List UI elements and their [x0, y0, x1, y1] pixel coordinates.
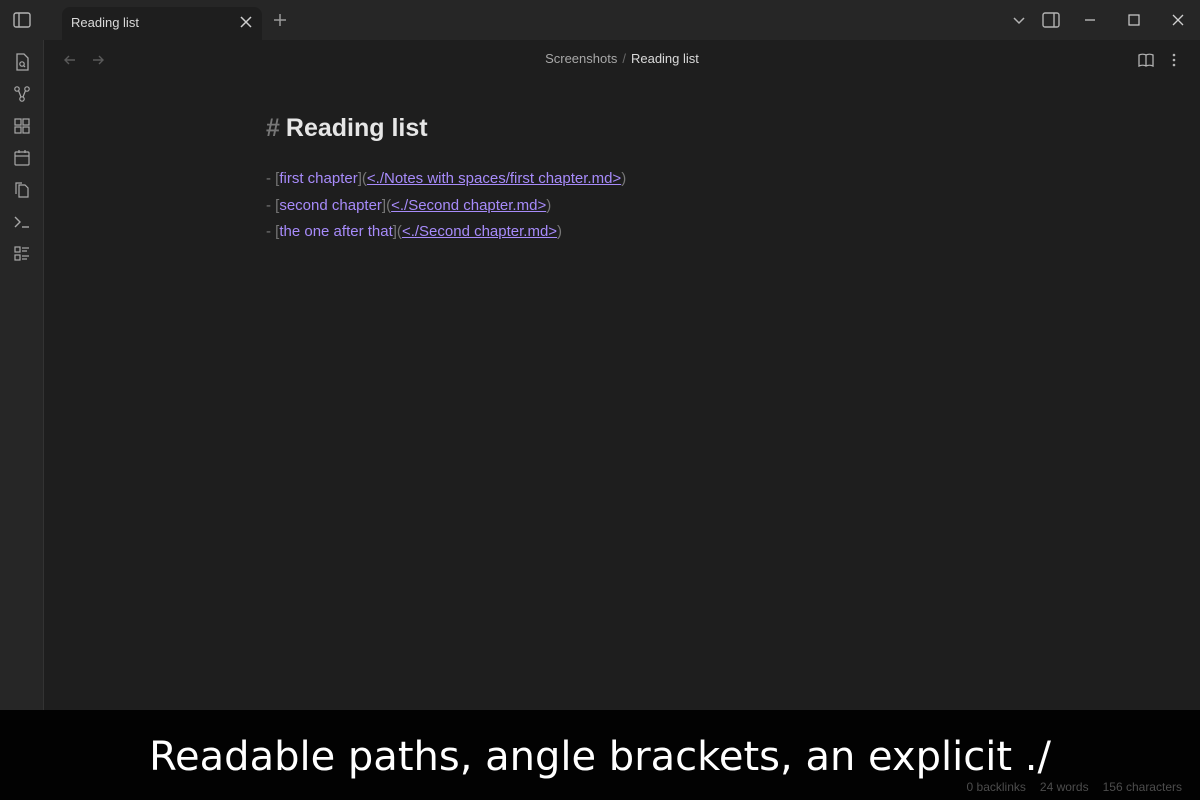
maximize-icon[interactable]: [1124, 10, 1144, 30]
link-url[interactable]: <./Second chapter.md>: [391, 197, 546, 214]
caption-text: Readable paths, angle brackets, an expli…: [149, 734, 1051, 780]
link-url[interactable]: <./Second chapter.md>: [402, 223, 557, 240]
breadcrumb-folder[interactable]: Screenshots: [545, 51, 617, 66]
status-characters: 156 characters: [1102, 780, 1182, 794]
status-backlinks[interactable]: 0 backlinks: [967, 780, 1026, 794]
link-bracket: ): [621, 170, 627, 187]
breadcrumb-file[interactable]: Reading list: [631, 51, 699, 66]
calendar-icon[interactable]: [12, 148, 32, 168]
list-item: - [first chapter](<./Notes with spaces/f…: [266, 166, 626, 193]
graph-view-icon[interactable]: [12, 84, 32, 104]
status-words: 24 words: [1039, 780, 1089, 794]
tab-title: Reading list: [71, 15, 139, 30]
tab-list-chevron-down-icon[interactable]: [1009, 10, 1029, 30]
tab-reading-list[interactable]: Reading list: [62, 7, 262, 40]
markdown-editor[interactable]: # Reading list - [first chapter](<./Notes…: [266, 112, 626, 246]
heading-text: Reading list: [285, 114, 428, 142]
heading-marker: #: [266, 114, 280, 142]
editor-pane: Screenshots / Reading list # Reading list -…: [44, 40, 1200, 710]
list-bullet: -: [266, 170, 276, 187]
minimize-icon[interactable]: [1080, 10, 1100, 30]
link-text[interactable]: the one after that: [279, 223, 392, 240]
caption-banner: Readable paths, angle brackets, an expli…: [0, 710, 1200, 800]
checklist-icon[interactable]: [12, 244, 32, 264]
list-bullet: -: [266, 196, 276, 214]
link-bracket: ](: [381, 196, 392, 214]
left-ribbon: [0, 40, 44, 710]
right-sidebar-toggle-icon[interactable]: [1041, 10, 1061, 30]
breadcrumb: Screenshots / Reading list: [44, 51, 1200, 66]
reading-list: - [first chapter](<./Notes with spaces/f…: [266, 166, 626, 246]
link-bracket: ): [557, 223, 563, 240]
more-options-icon[interactable]: [1165, 51, 1183, 69]
list-item: - [second chapter](<./Second chapter.md>…: [266, 193, 626, 220]
canvas-icon[interactable]: [12, 116, 32, 136]
breadcrumb-separator: /: [622, 51, 626, 66]
sidebar-toggle-icon[interactable]: [12, 10, 32, 30]
open-quick-switcher-icon[interactable]: [12, 52, 32, 72]
title-bar: Reading list: [0, 0, 1200, 40]
link-bracket: ](: [392, 223, 402, 240]
status-bar: 0 backlinks 24 words 156 characters: [953, 780, 1182, 794]
list-item: - [the one after that](<./Second chapter…: [266, 219, 626, 246]
close-window-icon[interactable]: [1168, 10, 1188, 30]
copy-files-icon[interactable]: [12, 180, 32, 200]
link-bracket: ](: [357, 170, 367, 187]
list-bullet: -: [266, 223, 276, 240]
note-heading: # Reading list: [266, 112, 626, 144]
link-url[interactable]: <./Notes with spaces/first chapter.md>: [367, 170, 621, 187]
command-palette-icon[interactable]: [12, 212, 32, 232]
new-tab-icon[interactable]: [272, 12, 288, 28]
link-bracket: ): [546, 196, 552, 214]
link-text[interactable]: second chapter: [279, 197, 382, 214]
link-text[interactable]: first chapter: [279, 170, 357, 187]
reading-view-book-icon[interactable]: [1137, 51, 1155, 69]
close-tab-icon[interactable]: [238, 14, 254, 30]
